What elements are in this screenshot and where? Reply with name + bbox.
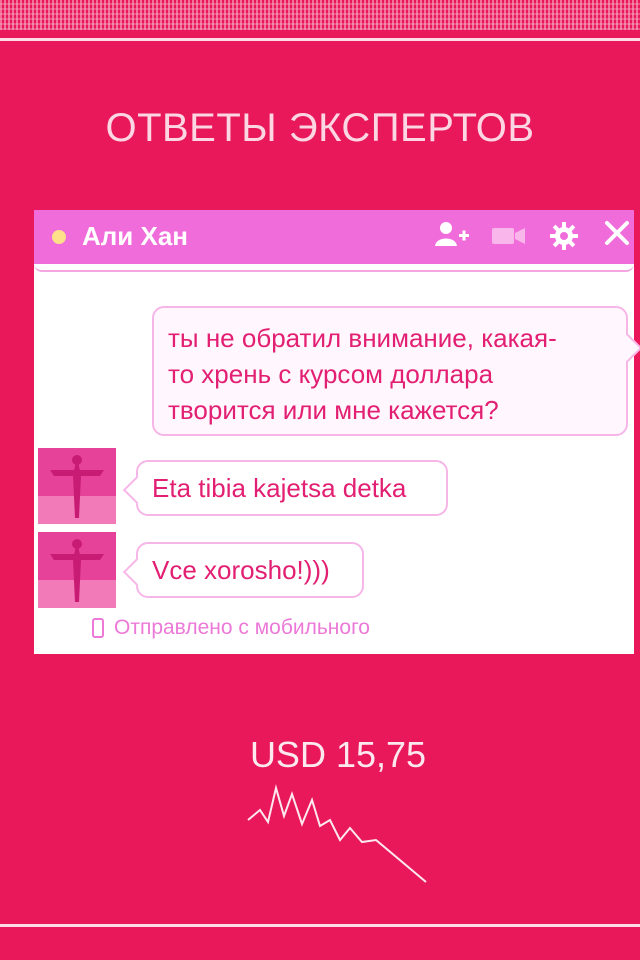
sent-from-mobile-note: Отправлено с мобильного — [92, 616, 370, 640]
contact-name: Али Хан — [82, 221, 189, 251]
close-icon[interactable] — [604, 220, 630, 254]
message-line: творится или мне кажется? — [168, 395, 499, 425]
bottom-divider — [0, 924, 640, 927]
previous-message-edge — [34, 264, 634, 272]
contact-avatar — [38, 448, 116, 524]
chat-window: Али Хан ты не обратил внимание, какая- т… — [34, 210, 634, 654]
downtrend-sparkline — [247, 784, 427, 883]
decorative-noise-strip — [0, 0, 640, 30]
currency-rate-label: USD 15,75 — [249, 734, 427, 775]
message-line: ты не обратил внимание, какая- — [168, 323, 557, 353]
add-user-icon[interactable] — [434, 220, 470, 258]
incoming-message-bubble: Eta tibia kajetsa detka — [136, 460, 448, 516]
chat-header: Али Хан — [34, 210, 634, 264]
sent-from-mobile-label: Отправлено с мобильного — [114, 616, 370, 639]
video-call-icon[interactable] — [490, 220, 528, 258]
gear-icon[interactable] — [548, 220, 580, 260]
page-title: ОТВЕТЫ ЭКСПЕРТОВ — [105, 106, 535, 150]
incoming-message-bubble: Vce xorosho!))) — [136, 542, 364, 598]
message-line: то хрень с курсом доллара — [168, 359, 494, 389]
online-status-dot — [52, 230, 66, 244]
outgoing-message-bubble: ты не обратил внимание, какая- то хрень … — [152, 306, 628, 436]
top-divider — [0, 38, 640, 41]
mobile-phone-icon — [92, 618, 104, 638]
contact-avatar — [38, 532, 116, 608]
